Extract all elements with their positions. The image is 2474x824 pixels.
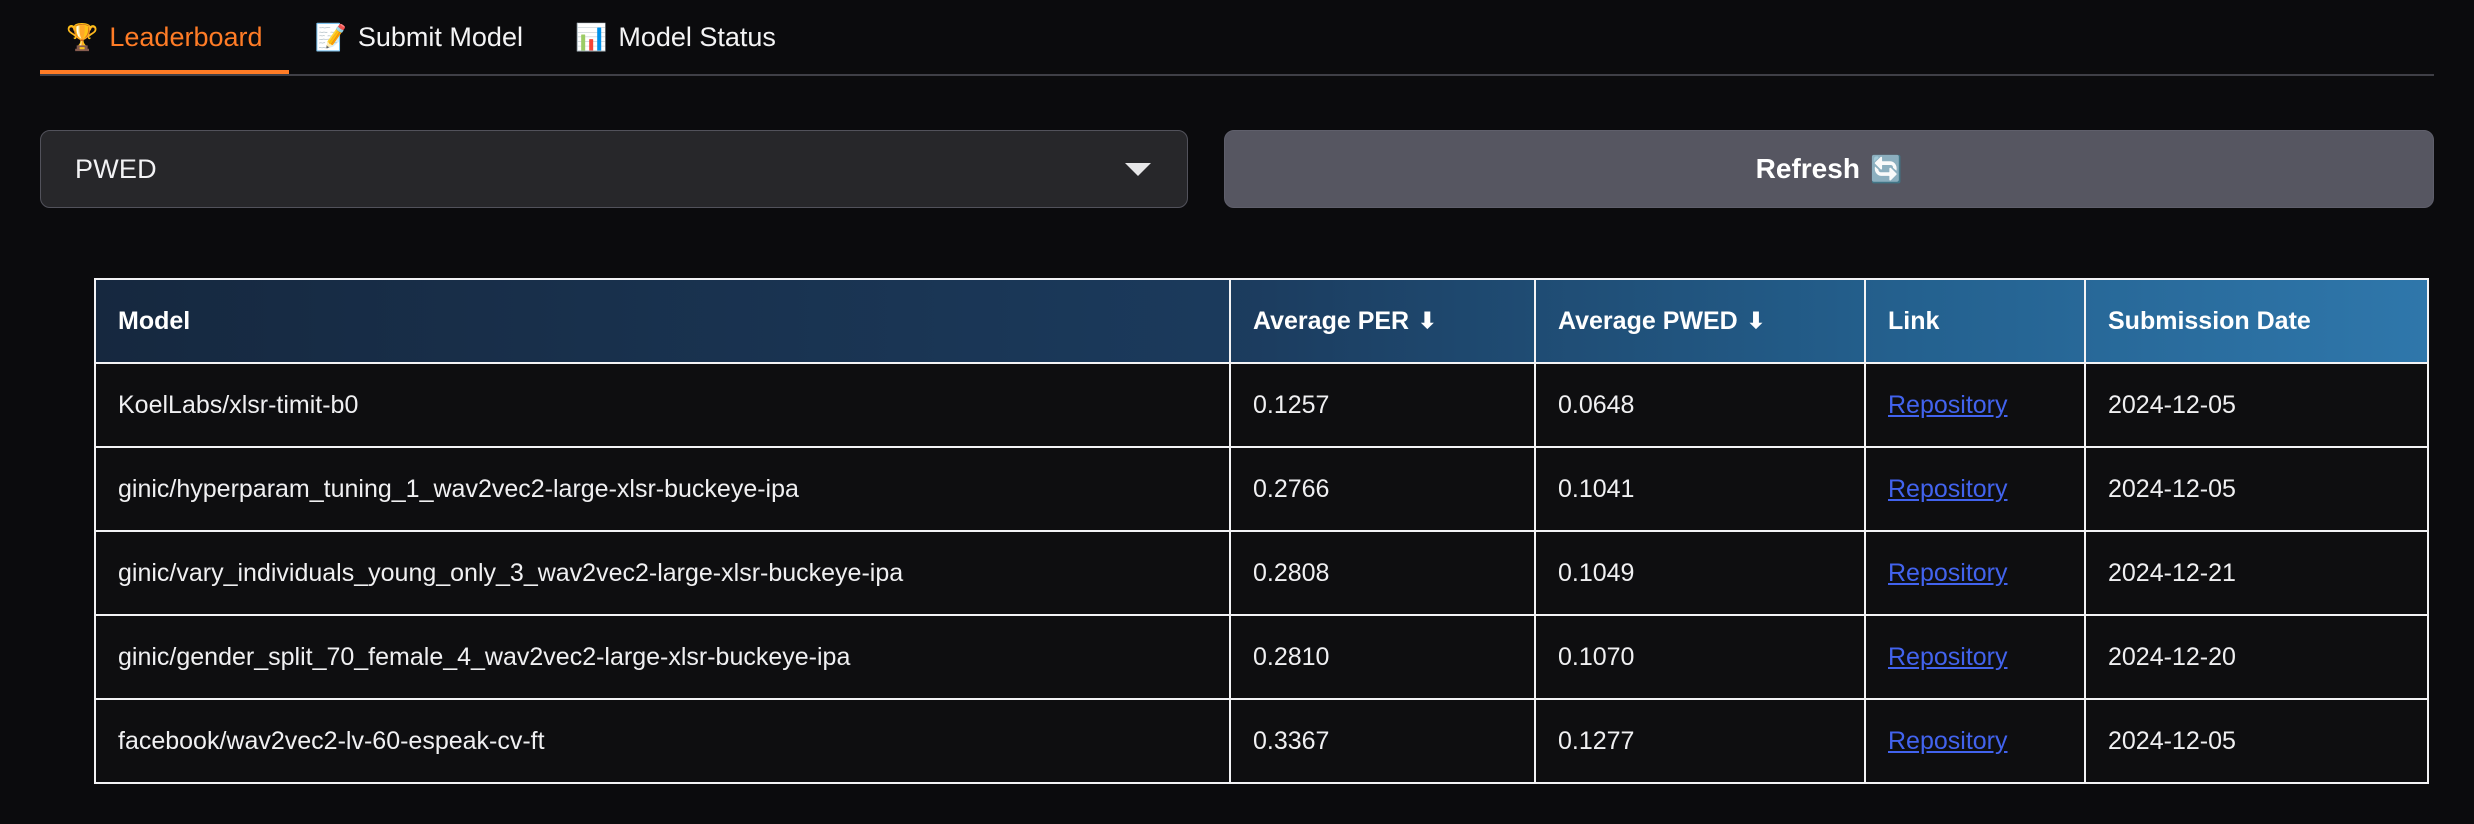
cell-link-text[interactable]: Repository <box>1888 475 2008 503</box>
cell-model: ginic/gender_split_70_female_4_wav2vec2-… <box>95 615 1230 699</box>
tab-leaderboard[interactable]: 🏆 Leaderboard <box>40 0 289 74</box>
cell-link: Repository <box>1865 531 2085 615</box>
column-header-submission-date-label: Submission Date <box>2108 307 2311 336</box>
metric-dropdown[interactable]: PWED <box>40 130 1188 208</box>
cell-model-text: KoelLabs/xlsr-timit-b0 <box>118 391 358 419</box>
table-row: KoelLabs/xlsr-timit-b0 0.1257 0.0648 Reposi… <box>95 363 2428 447</box>
refresh-icon: 🔄 <box>1870 156 1902 182</box>
cell-link-text[interactable]: Repository <box>1888 391 2008 419</box>
tab-submit-model-label: Submit Model <box>358 24 523 51</box>
cell-submission-date-text: 2024-12-20 <box>2108 643 2236 671</box>
cell-model: ginic/vary_individuals_young_only_3_wav2… <box>95 531 1230 615</box>
sort-descending-icon[interactable]: ⬇ <box>1418 310 1436 332</box>
tab-submit-model[interactable]: 📝 Submit Model <box>289 0 549 74</box>
cell-average-per-text: 0.3367 <box>1253 727 1329 755</box>
chevron-down-icon <box>1125 163 1151 176</box>
cell-average-pwed: 0.1277 <box>1535 699 1865 783</box>
table-row: ginic/vary_individuals_young_only_3_wav2… <box>95 531 2428 615</box>
cell-average-pwed-text: 0.1041 <box>1558 475 1634 503</box>
column-header-average-pwed-label: Average PWED <box>1558 307 1738 336</box>
column-header-model[interactable]: Model <box>95 279 1230 363</box>
cell-submission-date-text: 2024-12-21 <box>2108 559 2236 587</box>
cell-link: Repository <box>1865 615 2085 699</box>
cell-average-per: 0.2808 <box>1230 531 1535 615</box>
cell-model: ginic/hyperparam_tuning_1_wav2vec2-large… <box>95 447 1230 531</box>
cell-submission-date: 2024-12-21 <box>2085 531 2428 615</box>
table-header: Model Average PER ⬇ Average PWED ⬇ <box>95 279 2428 363</box>
cell-average-per-text: 0.2810 <box>1253 643 1329 671</box>
cell-submission-date-text: 2024-12-05 <box>2108 391 2236 419</box>
column-header-average-pwed[interactable]: Average PWED ⬇ <box>1535 279 1865 363</box>
column-header-link-label: Link <box>1888 307 1939 336</box>
cell-average-per: 0.1257 <box>1230 363 1535 447</box>
cell-average-per-text: 0.2766 <box>1253 475 1329 503</box>
metric-dropdown-value: PWED <box>75 154 157 185</box>
memo-icon: 📝 <box>315 24 347 50</box>
tab-leaderboard-label: Leaderboard <box>109 24 262 51</box>
tab-model-status[interactable]: 📊 Model Status <box>549 0 802 74</box>
cell-model: facebook/wav2vec2-lv-60-espeak-cv-ft <box>95 699 1230 783</box>
tab-model-status-label: Model Status <box>618 24 776 51</box>
cell-average-pwed-text: 0.1277 <box>1558 727 1634 755</box>
cell-average-per: 0.3367 <box>1230 699 1535 783</box>
leaderboard-table-container: Model Average PER ⬇ Average PWED ⬇ <box>94 278 2427 784</box>
cell-average-per: 0.2810 <box>1230 615 1535 699</box>
cell-link-text[interactable]: Repository <box>1888 727 2008 755</box>
controls-row: PWED Refresh 🔄 <box>40 130 2434 208</box>
cell-average-pwed-text: 0.1049 <box>1558 559 1634 587</box>
cell-average-pwed: 0.1049 <box>1535 531 1865 615</box>
cell-average-pwed: 0.0648 <box>1535 363 1865 447</box>
cell-average-per: 0.2766 <box>1230 447 1535 531</box>
cell-model-text: ginic/vary_individuals_young_only_3_wav2… <box>118 559 903 587</box>
cell-model: KoelLabs/xlsr-timit-b0 <box>95 363 1230 447</box>
leaderboard-table: Model Average PER ⬇ Average PWED ⬇ <box>94 278 2429 784</box>
cell-submission-date: 2024-12-20 <box>2085 615 2428 699</box>
column-header-average-per-label: Average PER <box>1253 307 1409 336</box>
cell-model-text: facebook/wav2vec2-lv-60-espeak-cv-ft <box>118 727 545 755</box>
cell-link-text[interactable]: Repository <box>1888 559 2008 587</box>
cell-submission-date: 2024-12-05 <box>2085 447 2428 531</box>
cell-average-per-text: 0.1257 <box>1253 391 1329 419</box>
table-row: ginic/hyperparam_tuning_1_wav2vec2-large… <box>95 447 2428 531</box>
bar-chart-icon: 📊 <box>575 24 607 50</box>
column-header-average-per[interactable]: Average PER ⬇ <box>1230 279 1535 363</box>
table-body: KoelLabs/xlsr-timit-b0 0.1257 0.0648 Reposi… <box>95 363 2428 783</box>
cell-model-text: ginic/hyperparam_tuning_1_wav2vec2-large… <box>118 475 799 503</box>
cell-average-pwed-text: 0.1070 <box>1558 643 1634 671</box>
sort-descending-icon[interactable]: ⬇ <box>1747 310 1765 332</box>
refresh-button-label: Refresh <box>1756 153 1860 185</box>
cell-average-per-text: 0.2808 <box>1253 559 1329 587</box>
cell-average-pwed: 0.1041 <box>1535 447 1865 531</box>
table-header-row: Model Average PER ⬇ Average PWED ⬇ <box>95 279 2428 363</box>
cell-submission-date: 2024-12-05 <box>2085 363 2428 447</box>
cell-submission-date-text: 2024-12-05 <box>2108 727 2236 755</box>
tab-bar-divider <box>40 74 2434 76</box>
table-row: facebook/wav2vec2-lv-60-espeak-cv-ft 0.33… <box>95 699 2428 783</box>
column-header-submission-date[interactable]: Submission Date <box>2085 279 2428 363</box>
cell-link: Repository <box>1865 699 2085 783</box>
tab-bar: 🏆 Leaderboard 📝 Submit Model 📊 Model Sta… <box>0 0 2474 78</box>
column-header-model-label: Model <box>118 307 190 336</box>
refresh-button[interactable]: Refresh 🔄 <box>1224 130 2434 208</box>
cell-average-pwed-text: 0.0648 <box>1558 391 1634 419</box>
cell-link: Repository <box>1865 363 2085 447</box>
table-row: ginic/gender_split_70_female_4_wav2vec2-… <box>95 615 2428 699</box>
trophy-icon: 🏆 <box>66 24 98 50</box>
cell-model-text: ginic/gender_split_70_female_4_wav2vec2-… <box>118 643 850 671</box>
column-header-link[interactable]: Link <box>1865 279 2085 363</box>
cell-link: Repository <box>1865 447 2085 531</box>
cell-link-text[interactable]: Repository <box>1888 643 2008 671</box>
cell-submission-date: 2024-12-05 <box>2085 699 2428 783</box>
cell-average-pwed: 0.1070 <box>1535 615 1865 699</box>
cell-submission-date-text: 2024-12-05 <box>2108 475 2236 503</box>
